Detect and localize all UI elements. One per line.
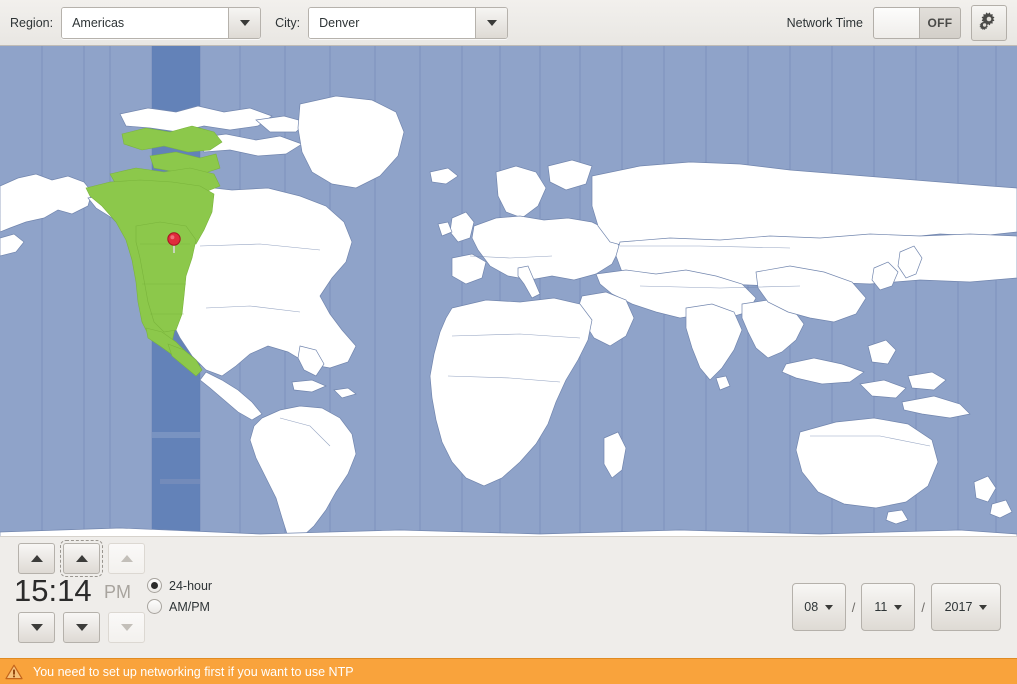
chevron-up-icon <box>75 555 88 562</box>
ampm-increment-button[interactable] <box>108 543 145 574</box>
radio-option-24hour[interactable]: 24-hour <box>147 575 212 596</box>
month-combobox[interactable]: 11 <box>861 583 916 631</box>
minute-decrement-button[interactable] <box>63 612 100 643</box>
chevron-down-icon <box>979 604 988 610</box>
region-combobox[interactable]: Americas <box>61 6 262 39</box>
month-value: 11 <box>874 600 888 614</box>
city-combobox-value: Denver <box>309 7 476 38</box>
date-separator-2: / <box>921 599 925 615</box>
top-toolbar: Region: Americas City: Denver Network Ti… <box>0 0 1017 46</box>
time-format-radio-group: 24-hour AM/PM <box>147 575 212 617</box>
chevron-down-glyph <box>486 19 497 26</box>
chevron-down-icon <box>825 604 834 610</box>
chevron-down-icon <box>894 604 903 610</box>
gears-icon <box>979 11 999 36</box>
radio-selected-dot <box>151 582 158 589</box>
chevron-down-icon[interactable] <box>475 7 508 38</box>
settings-button[interactable] <box>971 5 1007 41</box>
radio-button-ampm[interactable] <box>147 599 162 614</box>
year-value: 2017 <box>944 600 973 614</box>
city-combobox[interactable]: Denver <box>308 6 509 39</box>
minute-increment-button[interactable] <box>60 540 103 577</box>
day-combobox[interactable]: 08 <box>791 583 846 631</box>
warning-triangle-icon <box>5 664 23 680</box>
toggle-knob[interactable] <box>874 8 920 38</box>
chevron-up-icon <box>120 555 133 562</box>
day-value: 08 <box>804 600 819 614</box>
world-timezone-map[interactable] <box>0 46 1017 537</box>
ampm-display: PM <box>104 582 131 602</box>
region-combobox-value: Americas <box>62 7 229 38</box>
hour-spinner-down-col <box>16 612 57 643</box>
region-label: Region: <box>10 15 54 30</box>
radio-option-ampm[interactable]: AM/PM <box>147 596 212 617</box>
world-map-svg[interactable] <box>0 46 1017 537</box>
warning-status-bar: You need to set up networking first if y… <box>0 658 1017 684</box>
bottom-control-panel: 15:14 PM 24-hour AM/PM 08 / 11 / 2017 Yo… <box>0 537 1017 684</box>
toolbar-right-group: Network Time OFF <box>787 0 1007 46</box>
time-spinner-up-row <box>16 540 147 577</box>
hour-decrement-button[interactable] <box>18 612 55 643</box>
chevron-down-icon <box>30 624 43 631</box>
year-combobox[interactable]: 2017 <box>931 583 1001 631</box>
chevron-down-icon <box>75 624 88 631</box>
minute-spinner-down-col <box>61 612 102 643</box>
warning-message: You need to set up networking first if y… <box>33 664 354 679</box>
chevron-down-icon[interactable] <box>228 7 261 38</box>
radio-button-24hour[interactable] <box>147 578 162 593</box>
minute-spinner-up-col <box>60 540 103 577</box>
chevron-down-glyph <box>239 19 250 26</box>
city-label: City: <box>275 15 301 30</box>
hour-increment-button[interactable] <box>18 543 55 574</box>
date-separator-1: / <box>851 599 856 615</box>
chevron-up-icon <box>30 555 43 562</box>
toggle-state-label: OFF <box>927 16 953 30</box>
ampm-spinner-down-col <box>106 612 147 643</box>
chevron-down-icon <box>120 624 133 631</box>
hour-spinner-up-col <box>16 543 57 574</box>
network-time-label: Network Time <box>786 16 863 30</box>
date-selector-group: 08 / 11 / 2017 <box>791 583 1001 631</box>
radio-label-ampm: AM/PM <box>169 599 210 614</box>
ampm-spinner-up-col <box>106 543 147 574</box>
ampm-decrement-button[interactable] <box>108 612 145 643</box>
network-time-toggle[interactable]: OFF <box>873 7 961 39</box>
time-display: 15:14 <box>14 573 92 608</box>
time-spinner-down-row <box>16 612 147 643</box>
datetime-settings-window: Region: Americas City: Denver Network Ti… <box>0 0 1017 684</box>
radio-label-24hour: 24-hour <box>169 578 213 593</box>
